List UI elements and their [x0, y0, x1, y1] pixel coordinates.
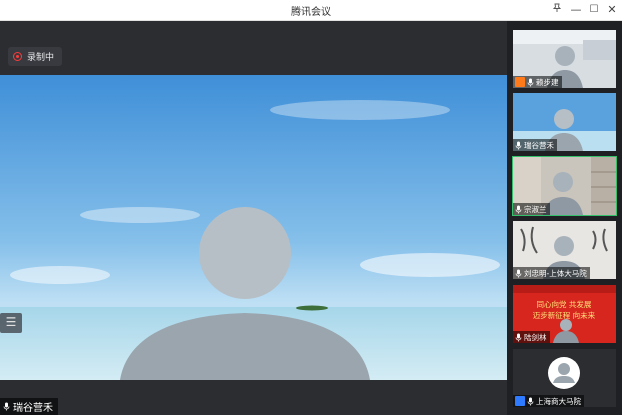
- user-badge-icon: [515, 396, 525, 406]
- participant-list: 赖步建 瑞谷营禾 宗淑兰 刘忠明-上体大马院 同心向党 共发展 迈步新征程 向未…: [507, 21, 622, 415]
- speaker-video-frame: [0, 75, 507, 380]
- participant-label: 赖步建: [513, 76, 562, 88]
- participant-label: 上海商大马院: [513, 395, 584, 407]
- avatar: [548, 357, 580, 389]
- collapse-panel-icon[interactable]: ☰: [0, 313, 22, 333]
- participant-label: 宗淑兰: [513, 203, 550, 215]
- record-icon: [13, 52, 22, 61]
- participant-tile[interactable]: 刘忠明-上体大马院: [513, 221, 616, 279]
- banner-line-2: 迈步新征程 向未来: [533, 310, 596, 320]
- microphone-icon: [515, 333, 522, 341]
- main-stage: 录制中 ☰: [0, 21, 507, 415]
- pin-icon[interactable]: [548, 0, 566, 21]
- microphone-icon: [527, 397, 534, 405]
- participant-tile[interactable]: 同心向党 共发展 迈步新征程 向未来 陆剑林: [513, 285, 616, 343]
- title-bar: 腾讯会议 — ☐ ✕: [0, 0, 622, 21]
- banner-line-1: 同心向党 共发展: [537, 299, 592, 309]
- microphone-icon: [515, 269, 522, 277]
- speaker-name: 瑞谷营禾: [13, 403, 53, 414]
- participant-label: 陆剑林: [513, 331, 550, 343]
- speaker-name-tag: 瑞谷营禾: [0, 398, 58, 415]
- microphone-icon: [515, 205, 522, 213]
- participant-label: 刘忠明-上体大马院: [513, 267, 590, 279]
- maximize-button[interactable]: ☐: [585, 0, 603, 21]
- recording-label: 录制中: [27, 53, 55, 63]
- user-badge-icon: [515, 77, 525, 87]
- participant-tile[interactable]: 瑞谷营禾: [513, 93, 616, 151]
- microphone-icon: [3, 402, 10, 411]
- participant-tile[interactable]: 上海商大马院: [513, 349, 616, 407]
- close-button[interactable]: ✕: [603, 0, 621, 21]
- microphone-icon: [527, 78, 534, 86]
- window-title: 腾讯会议: [291, 7, 331, 18]
- recording-indicator[interactable]: 录制中: [8, 47, 62, 66]
- minimize-button[interactable]: —: [567, 0, 585, 21]
- participant-label: 瑞谷营禾: [513, 139, 557, 151]
- main-speaker-video[interactable]: [0, 75, 507, 380]
- participant-tile[interactable]: 赖步建: [513, 30, 616, 88]
- microphone-icon: [515, 141, 522, 149]
- participant-tile-active[interactable]: 宗淑兰: [512, 156, 617, 216]
